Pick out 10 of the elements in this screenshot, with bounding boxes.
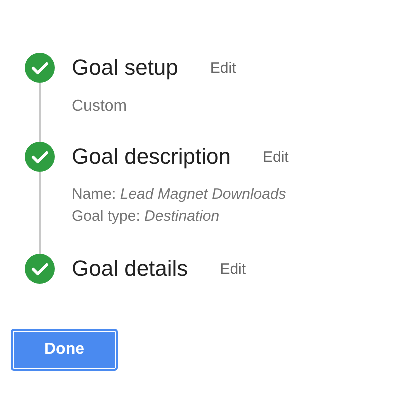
- edit-link[interactable]: Edit: [262, 148, 289, 166]
- step-title: Goal details: [72, 256, 188, 282]
- step-title: Goal setup: [72, 55, 178, 81]
- done-button[interactable]: Done: [11, 329, 118, 371]
- step-detail: Custom: [72, 97, 128, 117]
- edit-link[interactable]: Edit: [210, 60, 236, 76]
- edit-link[interactable]: Edit: [220, 260, 246, 278]
- step-detail: Goal type: Destination: [72, 207, 221, 227]
- step-detail: Name: Lead Magnet Downloads: [72, 185, 288, 205]
- step-title: Goal description: [72, 144, 231, 170]
